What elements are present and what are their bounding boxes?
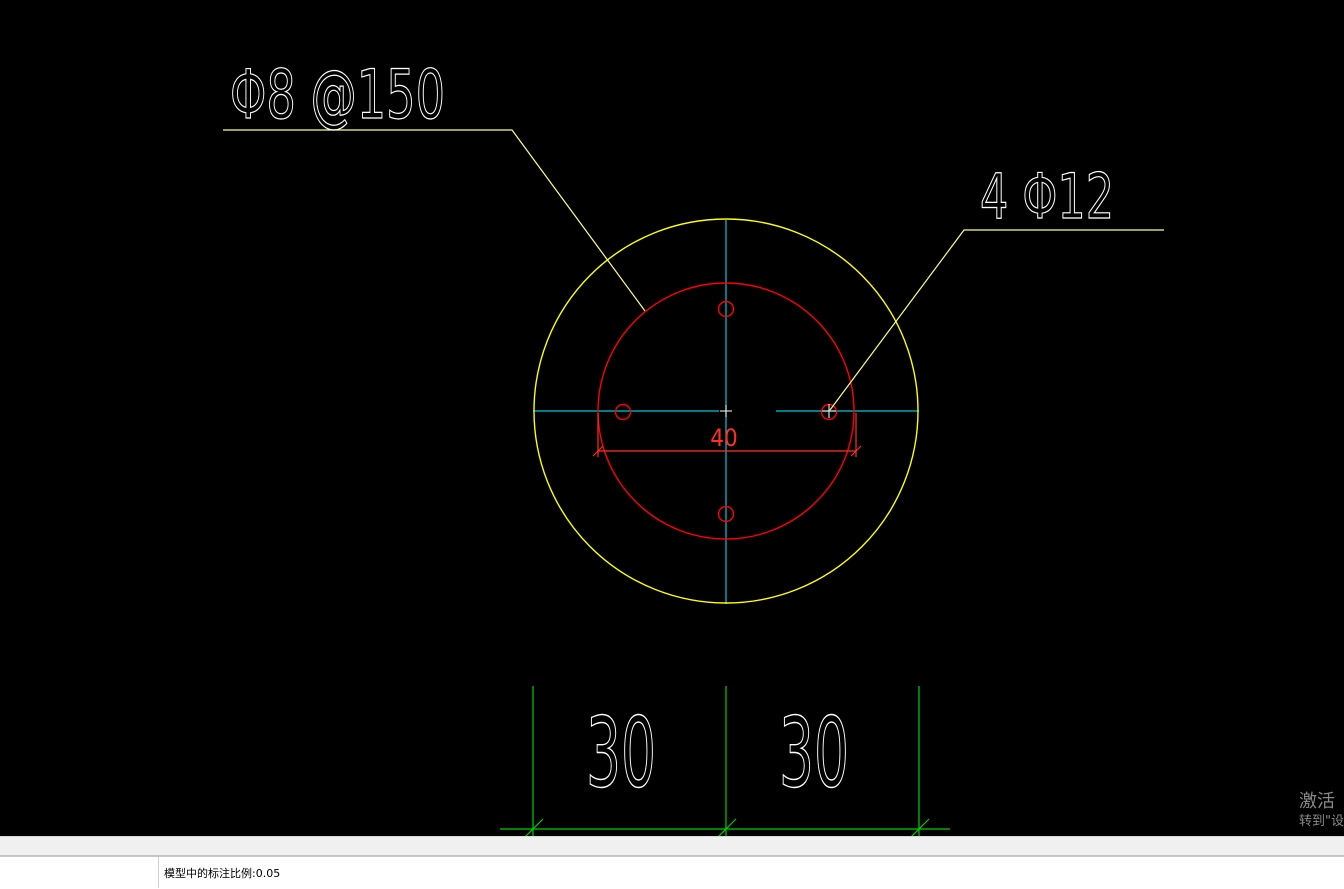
dimension-scale-status: 模型中的标注比例:0.05 — [164, 867, 281, 880]
bottom-dim-text-right[interactable]: 30 — [778, 696, 849, 809]
bottom-dim-text-left[interactable]: 30 — [585, 696, 656, 809]
cad-drawing[interactable]: Φ8 @150 4 Φ12 40 30 30 — [0, 0, 1344, 836]
diameter-dim-text[interactable]: 40 — [710, 424, 737, 452]
bottom-dimensions[interactable] — [500, 686, 950, 836]
center-crosshair — [720, 405, 732, 417]
drawing-canvas[interactable]: Φ8 @150 4 Φ12 40 30 30 激活 转到"设 — [0, 0, 1344, 836]
status-bar: 模型中的标注比例:0.05 — [0, 856, 1344, 889]
rebar-label[interactable]: 4 Φ12 — [979, 159, 1114, 233]
status-bar-left-cell — [0, 857, 159, 888]
rebar-leader[interactable] — [829, 229, 1164, 411]
watermark-title: 激活 — [1299, 791, 1335, 812]
watermark-subtitle: 转到"设 — [1299, 814, 1344, 829]
stirrup-label[interactable]: Φ8 @150 — [229, 55, 445, 135]
rebar-left[interactable] — [614, 403, 632, 421]
canvas-statusbar-separator — [0, 836, 1344, 856]
activation-watermark: 激活 转到"设 — [1299, 790, 1344, 830]
